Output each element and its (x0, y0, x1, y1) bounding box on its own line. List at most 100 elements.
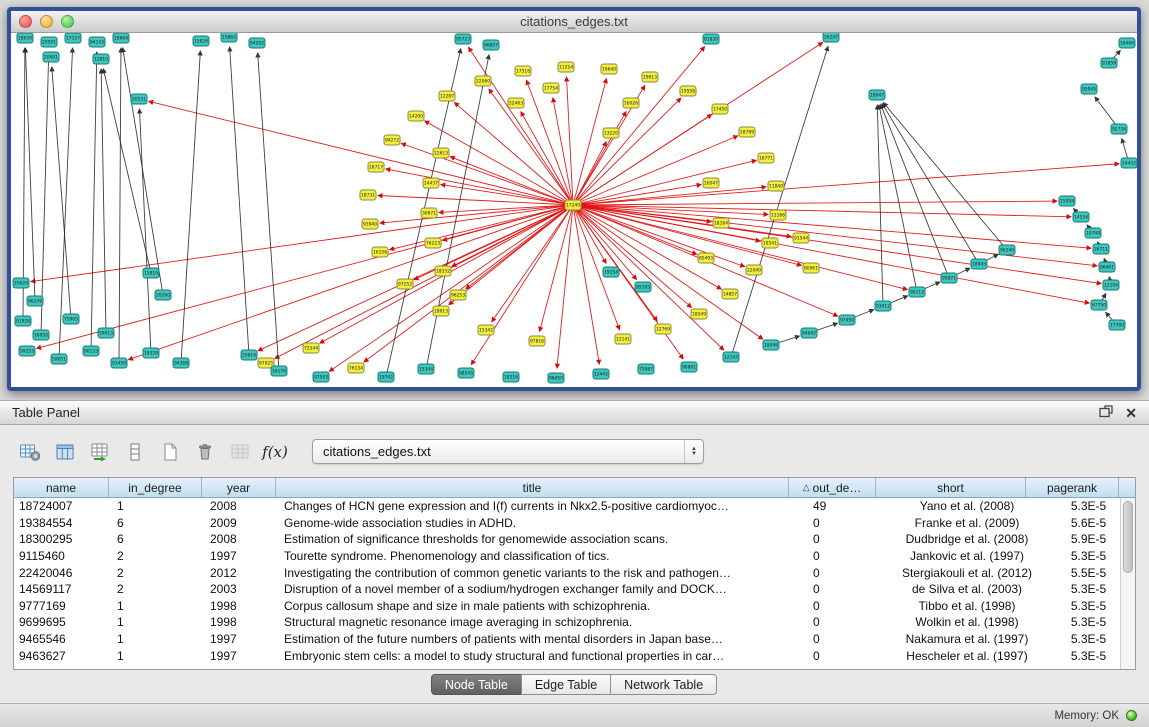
table-cell[interactable]: 14569117 (14, 582, 109, 596)
network-node[interactable]: 19742 (378, 372, 394, 382)
table-cell[interactable]: 1997 (202, 632, 276, 646)
tab-network-table[interactable]: Network Table (610, 674, 717, 695)
network-edge[interactable] (91, 52, 97, 351)
network-node[interactable]: 75987 (638, 364, 654, 374)
network-node[interactable]: 16026 (623, 98, 639, 108)
network-edge[interactable] (25, 48, 35, 301)
table-cell[interactable]: 22420046 (14, 566, 109, 580)
table-cell[interactable]: Stergiakouli et al. (2012) (892, 566, 1042, 580)
network-node[interactable]: 15819 (143, 268, 159, 278)
table-cell[interactable]: 0 (805, 566, 892, 580)
network-node[interactable]: 11840 (768, 181, 784, 191)
table-row[interactable]: 946554611997Estimation of the future num… (14, 631, 1135, 648)
table-cell[interactable]: Structural magnetic resonance image aver… (276, 615, 805, 629)
network-node[interactable]: 91544 (793, 233, 809, 243)
network-graph[interactable]: 1724097816153421801397252161569394018731… (11, 33, 1137, 386)
network-edge[interactable] (128, 205, 573, 360)
table-cell[interactable]: 0 (805, 599, 892, 613)
table-cell[interactable]: Corpus callosum shape and size in male p… (276, 599, 805, 613)
network-edge[interactable] (41, 52, 49, 335)
network-edge[interactable] (573, 205, 763, 339)
network-node[interactable]: 93459 (111, 358, 127, 368)
network-node[interactable]: 96240 (999, 245, 1015, 255)
network-node[interactable]: 96461 (1099, 262, 1115, 272)
network-node[interactable]: 94042 (801, 328, 817, 338)
table-row[interactable]: 946362711997Embryonic stem cells: a mode… (14, 647, 1135, 664)
network-node[interactable]: 85493 (698, 253, 714, 263)
table-cell[interactable]: 9777169 (14, 599, 109, 613)
network-node[interactable]: 14857 (722, 289, 738, 299)
network-node[interactable]: 96112 (909, 287, 925, 297)
network-node[interactable]: 19154 (603, 267, 619, 277)
network-node[interactable]: 75905 (63, 314, 79, 324)
table-cell[interactable]: 9699695 (14, 615, 109, 629)
network-node[interactable]: 22060 (475, 76, 491, 86)
table-cell[interactable]: 1 (109, 499, 202, 513)
network-node[interactable]: 26711 (1093, 244, 1109, 254)
network-node[interactable]: 10748 (1085, 228, 1101, 238)
table-cell[interactable]: 0 (805, 615, 892, 629)
network-node[interactable]: 16176 (271, 366, 287, 376)
table-row[interactable]: 1456911722003Disruption of a novel membe… (14, 581, 1135, 598)
table-cell[interactable]: Franke et al. (2009) (892, 516, 1042, 530)
table-cell[interactable]: 0 (805, 632, 892, 646)
network-node[interactable]: 18013 (433, 306, 449, 316)
network-node[interactable]: 16047 (703, 178, 719, 188)
network-node[interactable]: 99253 (19, 346, 35, 356)
table-cell[interactable]: 2 (109, 582, 202, 596)
column-header-year[interactable]: year (202, 478, 276, 497)
network-edge[interactable] (573, 142, 606, 205)
table-cell[interactable]: Tibbo et al. (1998) (892, 599, 1042, 613)
table-cell[interactable]: 0 (805, 516, 892, 530)
network-node[interactable]: 96857 (483, 40, 499, 50)
network-edge[interactable] (557, 205, 573, 368)
network-node[interactable]: 20614 (241, 350, 257, 360)
network-node[interactable]: 94292 (249, 38, 265, 48)
network-node[interactable]: 95871 (941, 273, 957, 283)
network-node[interactable]: 59051 (51, 354, 67, 364)
table-cell[interactable]: 0 (805, 532, 892, 546)
network-edge[interactable] (275, 205, 573, 358)
network-node[interactable]: 95945 (1081, 84, 1097, 94)
network-node[interactable]: 11254 (558, 62, 574, 72)
network-node[interactable]: 18647 (869, 90, 885, 100)
network-node[interactable]: 18466 (1119, 38, 1135, 48)
delete-rows-icon[interactable] (191, 439, 219, 465)
network-node[interactable]: 93412 (875, 301, 891, 311)
network-node[interactable]: 97252 (397, 279, 413, 289)
table-cell[interactable]: 2003 (202, 582, 276, 596)
network-node[interactable]: 95195 (635, 282, 651, 292)
network-edge[interactable] (573, 205, 1097, 266)
network-node[interactable]: 91859 (1101, 58, 1117, 68)
vertical-scrollbar[interactable] (1120, 498, 1135, 669)
network-node[interactable]: 96450 (548, 373, 564, 383)
network-edge[interactable] (573, 201, 1057, 205)
table-cell[interactable]: 2008 (202, 499, 276, 513)
network-node[interactable]: 12141 (615, 334, 631, 344)
network-node[interactable]: 15342 (478, 325, 494, 335)
network-node[interactable]: 95723 (455, 34, 471, 44)
network-node[interactable]: 30671 (421, 208, 437, 218)
table-cell[interactable]: 18724007 (14, 499, 109, 513)
network-node[interactable]: 96861 (681, 362, 697, 372)
network-node[interactable]: 72544 (303, 343, 319, 353)
zoom-window-button[interactable] (61, 15, 74, 28)
table-cell[interactable]: 2 (109, 549, 202, 563)
network-edge[interactable] (573, 98, 681, 205)
network-node[interactable]: 20260 (155, 290, 171, 300)
network-edge[interactable] (492, 205, 573, 322)
network-edge[interactable] (101, 69, 106, 333)
network-canvas[interactable]: 1724097816153421801397252161569394018731… (11, 33, 1137, 386)
network-node[interactable]: 18549 (691, 309, 707, 319)
table-cell[interactable]: Changes of HCN gene expression and I(f) … (276, 499, 805, 513)
network-edge[interactable] (119, 48, 121, 363)
table-cell[interactable]: Hescheler et al. (1997) (892, 649, 1042, 663)
network-node[interactable]: 18630 (17, 33, 33, 43)
network-node[interactable]: 14534 (1073, 212, 1089, 222)
table-cell[interactable]: 18300295 (14, 532, 109, 546)
network-node[interactable]: 17518 (515, 66, 531, 76)
network-node[interactable]: 14432 (1121, 158, 1137, 168)
network-node[interactable]: 25620 (13, 278, 29, 288)
network-edge[interactable] (883, 103, 1007, 250)
table-cell[interactable]: 1998 (202, 615, 276, 629)
